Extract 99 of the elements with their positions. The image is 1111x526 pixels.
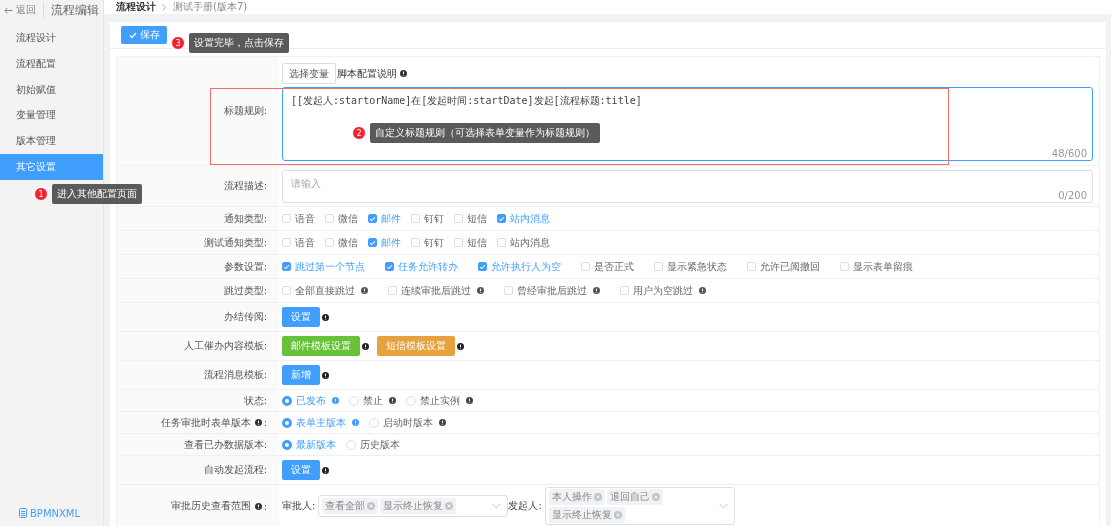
checkbox-label[interactable]: 是否正式 [594, 259, 634, 274]
chevron-down-icon [718, 503, 728, 509]
checkbox-label[interactable]: 用户为空跳过 [633, 283, 693, 298]
callout-tooltip: 设置完毕，点击保存 [189, 33, 289, 53]
info-icon [352, 419, 359, 426]
close-icon[interactable] [367, 502, 376, 510]
info-icon [457, 342, 464, 350]
checkbox[interactable] [368, 214, 377, 223]
choose-variable-button[interactable]: 选择变量 [282, 63, 336, 84]
field-label: 参数设置: [223, 259, 267, 274]
sidebar-item[interactable]: 流程设计 [0, 25, 103, 51]
radio-label[interactable]: 禁止 [363, 393, 383, 408]
label-colon: : [263, 417, 267, 428]
label-colon: : [263, 500, 267, 512]
info-icon [593, 287, 600, 294]
multi-select[interactable]: 本人操作 退回自己 显示终止恢复 [544, 487, 735, 525]
checkbox-label[interactable]: 语音 [295, 211, 315, 226]
checkbox[interactable] [497, 214, 506, 223]
checkbox[interactable] [478, 262, 487, 271]
close-icon[interactable] [651, 493, 660, 501]
checkbox-label[interactable]: 全部直接跳过 [295, 283, 355, 298]
sidebar-item[interactable]: 初始赋值 [0, 76, 103, 103]
tag-label: 显示终止恢复 [383, 499, 444, 513]
breadcrumb-item: 测试手册(版本7) [173, 0, 248, 14]
back-link[interactable]: 返回 [16, 3, 36, 17]
info-icon [389, 397, 396, 404]
checkbox-label[interactable]: 显示紧急状态 [667, 259, 727, 274]
field-label: 自动发起流程: [203, 463, 267, 477]
field-label: 流程描述: [223, 179, 267, 193]
chevron-right-icon [162, 3, 167, 11]
info-icon [400, 70, 407, 77]
tag-label: 退回自己 [609, 490, 650, 504]
select-label: 审批人: [282, 499, 316, 513]
field-label: 任务审批时表单版本 [160, 415, 251, 430]
field-label: 状态: [243, 393, 267, 408]
field-label: 人工催办内容模板: [183, 339, 267, 353]
check-icon [128, 31, 137, 39]
checkbox-label[interactable]: 钉钉 [424, 235, 444, 250]
char-counter: 0/200 [1058, 189, 1087, 201]
sidebar-item[interactable]: 版本管理 [0, 128, 103, 154]
radio-label[interactable]: 禁止实例 [420, 393, 460, 408]
checkbox-label[interactable]: 钉钉 [424, 211, 444, 226]
field-label: 查看已办数据版本: [183, 437, 267, 452]
info-icon [362, 342, 369, 350]
sidebar-item[interactable]: 变量管理 [0, 102, 103, 129]
checkbox-label[interactable]: 短信 [467, 211, 487, 226]
select-label: 发起人: [508, 499, 542, 513]
checkbox-label[interactable]: 短信 [467, 235, 487, 250]
tag-label: 查看全部 [325, 499, 366, 513]
info-icon [477, 287, 484, 294]
radio-label[interactable]: 启动时版本 [383, 415, 433, 430]
info-icon [254, 419, 262, 426]
info-icon [466, 397, 473, 404]
char-counter: 48/600 [1051, 148, 1087, 159]
info-icon [322, 313, 329, 321]
checkbox[interactable] [368, 238, 377, 247]
info-icon [699, 287, 706, 294]
callout-tooltip: 进入其他配置页面 [52, 184, 142, 204]
field-label: 办结传阅: [223, 310, 267, 324]
callout-tooltip: 自定义标题规则（可选择表单变量作为标题规则） [370, 123, 600, 143]
close-icon[interactable] [613, 511, 622, 519]
tag-label: 显示终止恢复 [551, 508, 612, 522]
checkbox-label[interactable]: 语音 [295, 235, 315, 250]
page-title: 流程编辑 [43, 1, 99, 19]
radio-label[interactable]: 历史版本 [360, 437, 400, 452]
sidebar-item[interactable]: 流程配置 [0, 50, 103, 77]
script-note-label: 脚本配置说明 [337, 66, 397, 81]
info-icon [322, 466, 329, 474]
multi-select[interactable]: 查看全部 显示终止恢复 [318, 495, 509, 517]
radio-button[interactable] [282, 395, 292, 406]
close-icon[interactable] [445, 502, 454, 510]
back-arrow-icon[interactable] [4, 6, 13, 14]
field-label: 审批历史查看范围 [170, 499, 251, 513]
info-icon [332, 397, 339, 404]
checkbox-label[interactable]: 曾经审批后跳过 [517, 283, 587, 298]
field-label: 跳过类型: [223, 283, 267, 298]
breadcrumb-item[interactable]: 流程设计 [116, 0, 156, 14]
tag-label: 本人操作 [551, 490, 592, 504]
info-icon [254, 502, 262, 510]
checkbox-label[interactable]: 显示表单留痕 [853, 259, 913, 274]
field-label: 通知类型: [223, 211, 267, 226]
field-label: 流程消息模板: [203, 368, 267, 382]
info-icon [322, 371, 329, 379]
radio-button[interactable] [282, 439, 292, 450]
field-label: 标题规则: [223, 104, 267, 118]
checkbox-label[interactable]: 微信 [338, 235, 358, 250]
checkbox-label[interactable]: 微信 [338, 211, 358, 226]
close-icon[interactable] [593, 493, 602, 501]
checkbox[interactable] [282, 262, 291, 271]
checkbox[interactable] [385, 262, 394, 271]
checkbox-label[interactable]: 连续审批后跳过 [401, 283, 471, 298]
checkbox-label[interactable]: 站内消息 [510, 235, 550, 250]
chevron-down-icon [492, 503, 502, 509]
info-icon [439, 419, 446, 426]
file-icon [19, 508, 27, 518]
field-label: 测试通知类型: [203, 235, 267, 250]
radio-button[interactable] [282, 417, 292, 428]
info-icon [361, 287, 368, 294]
checkbox-label[interactable]: 允许已阅撤回 [760, 259, 820, 274]
